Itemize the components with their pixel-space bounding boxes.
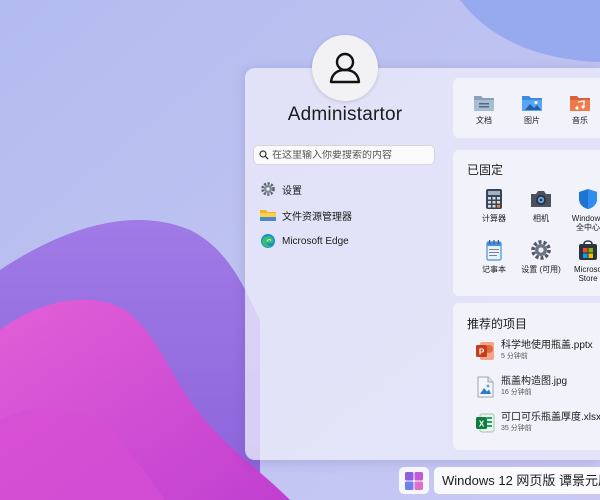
recommended-item-name: 可口可乐瓶盖厚度.xlsx [501, 412, 600, 423]
search-icon [259, 150, 269, 160]
image-file-icon [475, 376, 495, 398]
pin-item-label: 全中心 [576, 223, 600, 232]
pin-item-label: Store [578, 274, 598, 283]
app-list: 设置 文件资源管理器 Microsoft Edge [259, 176, 439, 254]
recommended-title: 推荐的项目 [467, 317, 528, 331]
store-icon [562, 239, 600, 261]
pin-item-label: Microso [573, 265, 600, 274]
notepad-icon [468, 239, 520, 261]
powerpoint-icon: P [475, 340, 495, 362]
pictures-folder-icon [506, 94, 558, 112]
gear-icon [259, 180, 277, 198]
windows-logo-icon [405, 471, 423, 490]
edge-icon [259, 232, 277, 250]
svg-text:P: P [479, 348, 485, 357]
pin-item-windows-security[interactable]: Windows 全中心 [562, 188, 600, 232]
recommended-item-time: 16 分钟前 [501, 389, 532, 396]
app-item-edge[interactable]: Microsoft Edge [259, 228, 439, 254]
app-item-file-explorer[interactable]: 文件资源管理器 [259, 202, 439, 228]
user-avatar[interactable] [312, 35, 378, 101]
pin-item-calculator[interactable]: 计算器 [468, 188, 520, 223]
quick-item-label: 图片 [524, 116, 540, 125]
search-box[interactable] [253, 145, 435, 165]
quick-item-pictures[interactable]: 图片 [506, 94, 558, 125]
quick-item-label: 文档 [476, 116, 492, 125]
user-name: Administartor [287, 104, 403, 125]
pin-item-label: 记事本 [482, 265, 506, 274]
camera-icon [515, 188, 567, 210]
app-item-label: 文件资源管理器 [282, 211, 352, 223]
app-item-settings[interactable]: 设置 [259, 176, 439, 202]
recommended-item[interactable]: 瓶盖构造图.jpg 16 分钟前 [475, 376, 567, 406]
pin-item-label: 相机 [533, 214, 549, 223]
quick-item-label: 音乐 [572, 116, 588, 125]
music-folder-icon [554, 94, 600, 112]
gear-icon [515, 239, 567, 261]
pin-item-label: Windows [571, 214, 600, 223]
quick-access-card: 文档 图片 音乐 [453, 78, 600, 138]
recommended-item-time: 5 分钟前 [501, 353, 528, 360]
app-item-label: 设置 [282, 185, 302, 197]
start-button[interactable] [399, 467, 429, 494]
calculator-icon [468, 188, 520, 210]
search-input[interactable] [272, 149, 432, 161]
pinned-card: 已固定 计算器 相机 Window 全中心 记事本 设置 (可用) Micros… [453, 150, 600, 296]
excel-icon: X [475, 412, 495, 434]
pin-item-microsoft-store[interactable]: Microso Store [562, 239, 600, 283]
pin-item-camera[interactable]: 相机 [515, 188, 567, 223]
recommended-item-name: 科学地使用瓶盖.pptx [501, 340, 593, 351]
pin-item-label: 设置 (可用) [521, 265, 561, 274]
documents-folder-icon [458, 94, 510, 112]
pin-item-settings[interactable]: 设置 (可用) [515, 239, 567, 274]
pin-item-label: 计算器 [482, 214, 506, 223]
app-item-label: Microsoft Edge [282, 235, 349, 247]
recommended-item[interactable]: X 可口可乐瓶盖厚度.xlsx 35 分钟前 [475, 412, 600, 442]
svg-text:X: X [479, 420, 485, 429]
security-shield-icon [562, 188, 600, 210]
folder-icon [259, 206, 277, 224]
recommended-item-time: 35 分钟前 [501, 425, 532, 432]
quick-item-documents[interactable]: 文档 [458, 94, 510, 125]
pinned-title: 已固定 [467, 163, 504, 177]
pin-item-notepad[interactable]: 记事本 [468, 239, 520, 274]
person-icon [329, 52, 361, 84]
recommended-item[interactable]: P 科学地使用瓶盖.pptx 5 分钟前 [475, 340, 593, 370]
quick-item-music[interactable]: 音乐 [554, 94, 600, 125]
recommended-item-name: 瓶盖构造图.jpg [501, 376, 568, 387]
taskbar-title: Windows 12 网页版 谭景元原创 [434, 467, 600, 494]
recommended-card: 推荐的项目 P 科学地使用瓶盖.pptx 5 分钟前 瓶盖构造图.jpg 16 … [453, 303, 600, 450]
